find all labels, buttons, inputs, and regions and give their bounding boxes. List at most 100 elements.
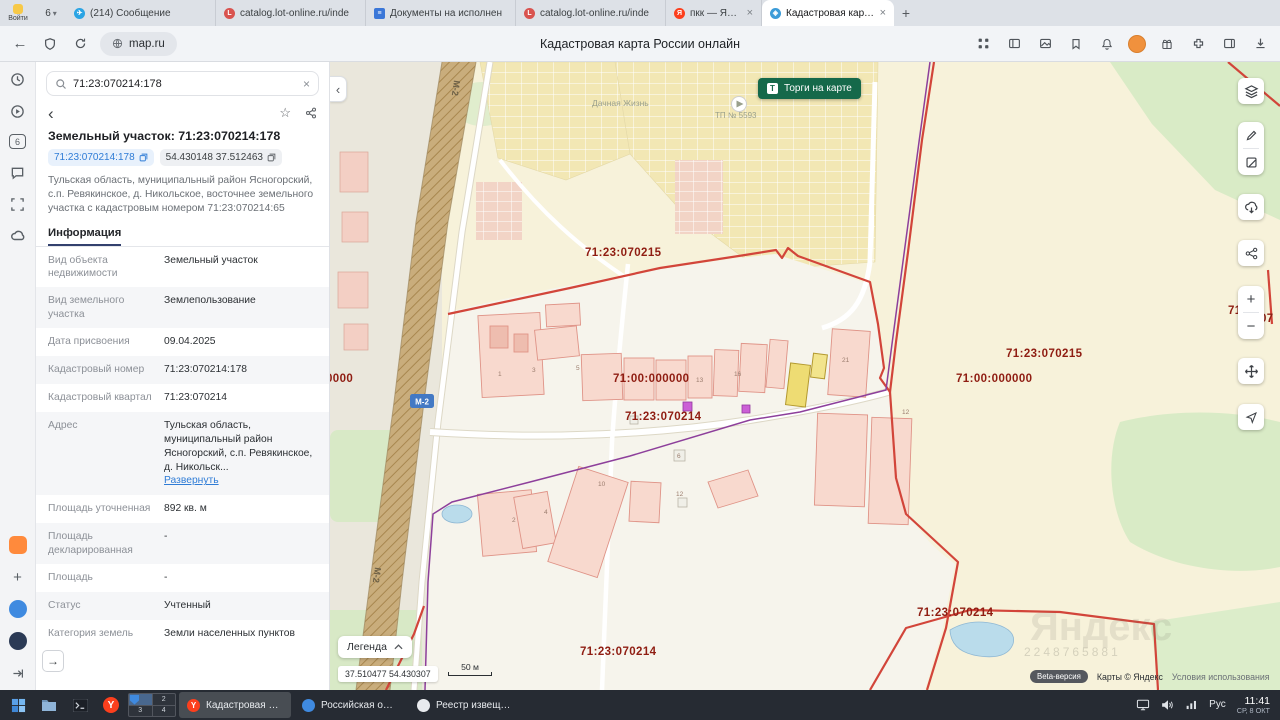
terminal-icon[interactable] bbox=[66, 692, 94, 718]
sidebar-panel-icon[interactable] bbox=[1219, 34, 1239, 54]
back-chevron-button[interactable]: ‹ bbox=[48, 105, 54, 122]
svg-text:3: 3 bbox=[532, 367, 536, 374]
legend-button[interactable]: Легенда bbox=[338, 636, 412, 658]
volume-tray-icon[interactable] bbox=[1161, 699, 1174, 711]
tab-lot-online-1[interactable]: L catalog.lot-online.ru/inde bbox=[216, 0, 366, 26]
clear-search-icon[interactable]: × bbox=[303, 77, 310, 91]
display-tray-icon[interactable] bbox=[1136, 699, 1150, 711]
back-button[interactable]: ← bbox=[10, 34, 30, 54]
protect-shield-icon[interactable] bbox=[40, 34, 60, 54]
desktop-4-cell[interactable]: 4 bbox=[152, 705, 175, 716]
notifications-icon[interactable] bbox=[1097, 34, 1117, 54]
cadnum-chip[interactable]: 71:23:070214:178 bbox=[48, 149, 154, 166]
tab-groups-icon[interactable] bbox=[1004, 34, 1024, 54]
alice-icon[interactable] bbox=[8, 600, 27, 618]
browser-profile-button[interactable]: Войти bbox=[0, 0, 36, 26]
tab-cadastral-map[interactable]: ◈ Кадастровая карта Ро × bbox=[762, 0, 894, 26]
row-label: Площадь декларированная bbox=[48, 531, 133, 556]
file-manager-icon[interactable] bbox=[35, 692, 63, 718]
tab-telegram[interactable]: ✈ (214) Сообщение bbox=[66, 0, 216, 26]
media-play-icon[interactable] bbox=[9, 102, 27, 120]
download-map-button[interactable] bbox=[1238, 194, 1264, 220]
close-icon[interactable]: × bbox=[880, 7, 886, 19]
gallery-icon[interactable] bbox=[1035, 34, 1055, 54]
tab-documents[interactable]: ≡ Документы на исполнен bbox=[366, 0, 516, 26]
search-box[interactable]: × bbox=[46, 71, 319, 96]
reload-button[interactable] bbox=[70, 34, 90, 54]
expand-address-link[interactable]: Развернуть bbox=[164, 475, 219, 486]
copy-icon[interactable] bbox=[139, 153, 148, 162]
screenshot-icon[interactable] bbox=[9, 195, 27, 213]
desktop-3-cell[interactable]: 3 bbox=[129, 705, 152, 716]
table-row: Кадастровый номер 71:23:070214:178 bbox=[36, 356, 329, 384]
yandex-browser-taskbar-icon[interactable]: Y bbox=[97, 692, 125, 718]
profile-label: Войти bbox=[8, 15, 28, 22]
tab-yandex-search[interactable]: Я пкк — Яндекс: нашлось × bbox=[666, 0, 762, 26]
terms-link[interactable]: Условия использования bbox=[1172, 672, 1270, 682]
copyright-text: Карты © Яндекс bbox=[1096, 671, 1163, 682]
m2-route-shield: М-2 bbox=[415, 398, 429, 407]
window-button-rossiyskaya[interactable]: Российская опер... bbox=[294, 692, 406, 718]
address-bar[interactable]: map.ru bbox=[100, 31, 177, 56]
virtual-desktops-pager[interactable]: 2 3 4 bbox=[128, 693, 176, 717]
new-tab-button[interactable]: + bbox=[894, 0, 918, 26]
zoom-in-button[interactable]: + bbox=[1238, 286, 1264, 312]
table-row: Вид земельного участка Землепользование bbox=[36, 287, 329, 329]
table-row: Вид объекта недвижимости Земельный участо… bbox=[36, 247, 329, 288]
measure-button[interactable] bbox=[1238, 149, 1264, 175]
search-input[interactable] bbox=[73, 77, 297, 90]
keyboard-layout-indicator[interactable]: Рус bbox=[1209, 699, 1226, 710]
close-icon[interactable]: × bbox=[747, 7, 753, 19]
copy-icon[interactable] bbox=[267, 153, 276, 162]
gift-icon[interactable] bbox=[1157, 34, 1177, 54]
tab-label: пкк — Яндекс: нашлось bbox=[690, 7, 742, 19]
tab-counter-button[interactable]: 6 ▾ bbox=[36, 0, 66, 26]
beta-badge[interactable]: Beta-версия bbox=[1030, 670, 1088, 683]
table-row: Дата присвоения 09.04.2025 bbox=[36, 328, 329, 356]
collapse-strip-icon[interactable] bbox=[9, 664, 27, 682]
map-canvas[interactable]: 1 3 5 13 16 21 12 6 10 12 2 4 71:23:0702… bbox=[330, 62, 1280, 690]
extensions-puzzle-icon[interactable] bbox=[1188, 34, 1208, 54]
downloads-icon[interactable] bbox=[1250, 34, 1270, 54]
window-title: Российская опер... bbox=[321, 699, 398, 711]
collapse-panel-tab[interactable]: ‹ bbox=[330, 76, 347, 102]
telegram-icon: ✈ bbox=[74, 7, 85, 19]
draw-button[interactable] bbox=[1238, 122, 1264, 148]
avatar[interactable] bbox=[1128, 34, 1146, 53]
add-panel-icon[interactable]: + bbox=[9, 568, 27, 586]
share-map-button[interactable] bbox=[1238, 240, 1264, 266]
network-tray-icon[interactable] bbox=[1185, 699, 1198, 711]
history-icon[interactable] bbox=[9, 70, 27, 88]
tab-lot-online-2[interactable]: L catalog.lot-online.ru/inde bbox=[516, 0, 666, 26]
cloud-icon[interactable] bbox=[9, 227, 27, 245]
expand-panel-button[interactable]: → bbox=[42, 650, 64, 672]
favorite-star-icon[interactable]: ☆ bbox=[279, 105, 291, 121]
my-location-button[interactable] bbox=[1238, 404, 1264, 430]
window-button-cadastral[interactable]: Y Кадастровая кар... bbox=[179, 692, 291, 718]
torgi-button[interactable]: Т Торги на карте bbox=[758, 78, 861, 99]
quarter-label: 71:23:070214 bbox=[580, 646, 657, 658]
row-value: 892 кв. м bbox=[164, 503, 207, 515]
yandex-app-icon[interactable] bbox=[8, 536, 27, 554]
services-icon[interactable] bbox=[8, 632, 27, 650]
clock[interactable]: 11:41 СР, 8 ОКТ bbox=[1237, 695, 1270, 715]
tab-information[interactable]: Информация bbox=[48, 222, 122, 246]
pan-mode-button[interactable] bbox=[1238, 358, 1264, 384]
window-button-reestr[interactable]: Реестр извещени... bbox=[409, 692, 521, 718]
desktop-1-cell[interactable] bbox=[129, 694, 152, 705]
layers-button[interactable] bbox=[1238, 78, 1264, 104]
tabs-counter-badge[interactable]: 6 bbox=[9, 134, 26, 149]
apps-grid-icon[interactable] bbox=[973, 34, 993, 54]
desktop-2-cell[interactable]: 2 bbox=[152, 694, 175, 705]
zoom-out-button[interactable]: − bbox=[1238, 313, 1264, 339]
start-menu-button[interactable] bbox=[4, 692, 32, 718]
map-attribution: Beta-версия Карты © Яндекс Условия испол… bbox=[1030, 670, 1270, 683]
row-value: 71:23:070214:178 bbox=[164, 364, 248, 376]
bookmark-flag-icon[interactable] bbox=[1066, 34, 1086, 54]
messenger-icon[interactable] bbox=[9, 163, 27, 181]
table-row: Площадь декларированная - bbox=[36, 523, 329, 564]
share-icon[interactable] bbox=[305, 107, 317, 119]
quarter-label: 71:00:000000 bbox=[956, 373, 1032, 385]
coords-chip[interactable]: 54.430148 37.512463 bbox=[159, 149, 282, 166]
row-value: Земли населенных пунктов bbox=[164, 627, 295, 639]
